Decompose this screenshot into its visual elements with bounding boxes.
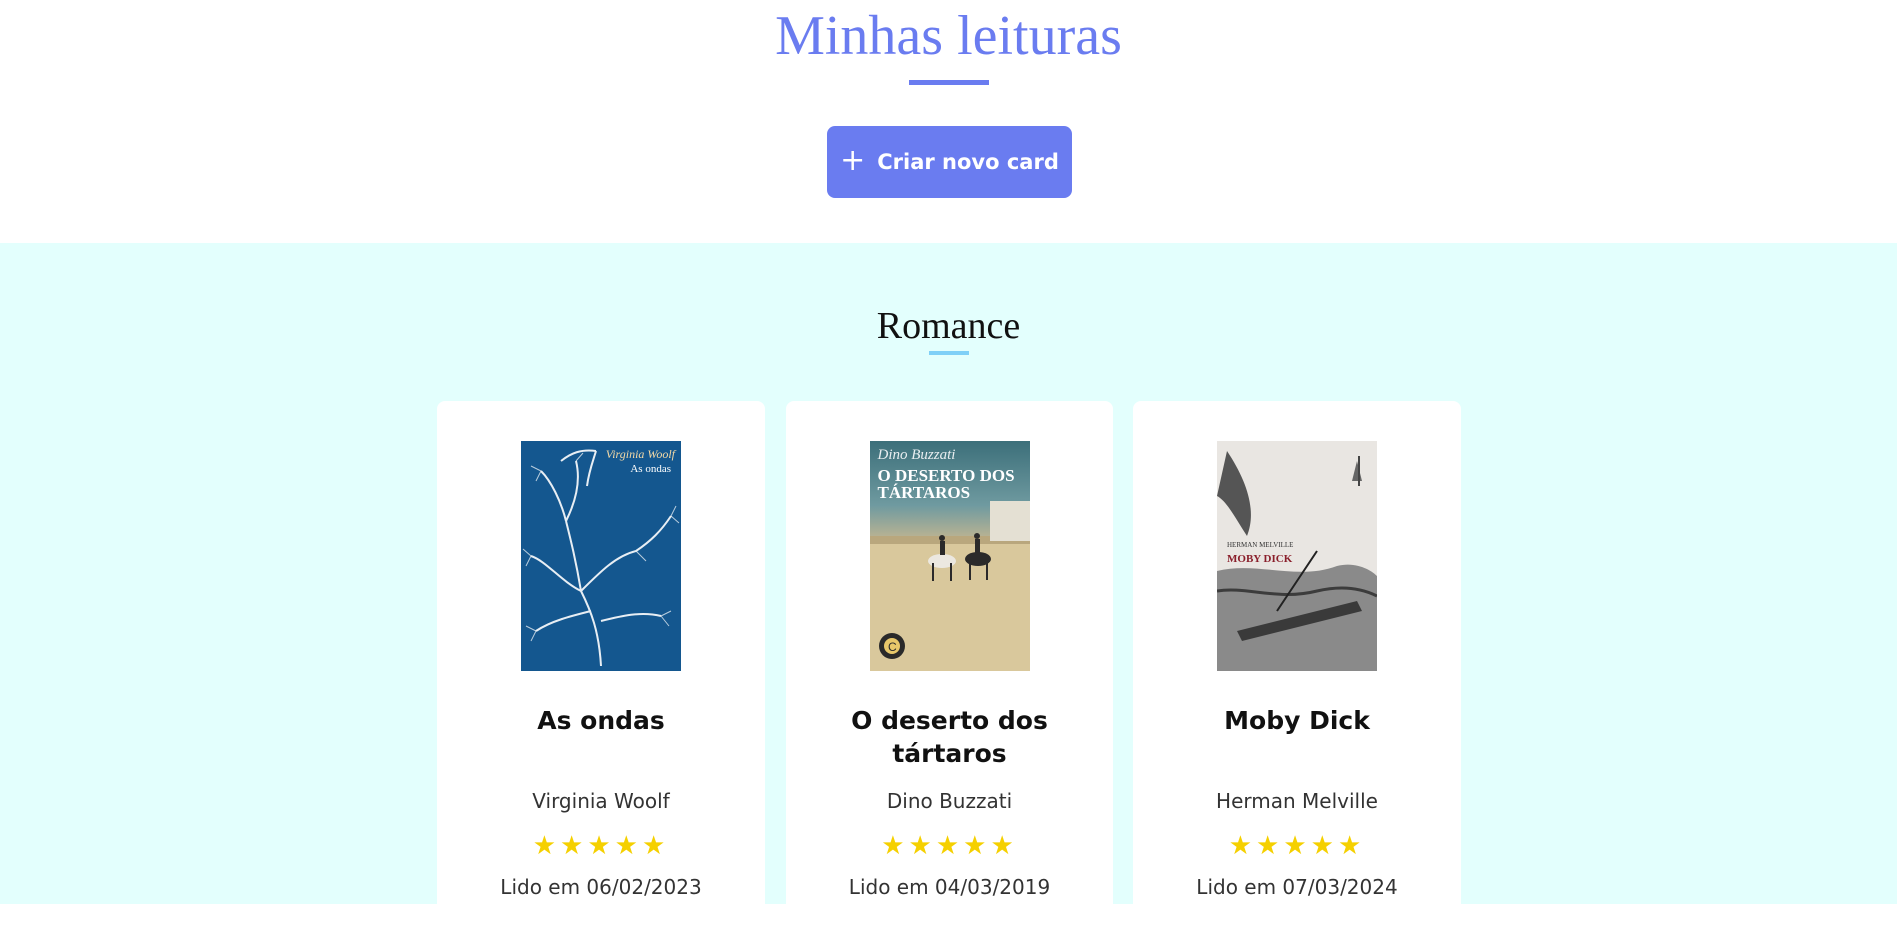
cover-author: Dino Buzzati	[877, 447, 956, 463]
book-card[interactable]: HERMAN MELVILLE MOBY DICK Moby Dick Herm…	[1133, 401, 1461, 941]
cover-title: As ondas	[630, 463, 671, 475]
book-author: Dino Buzzati	[886, 789, 1013, 813]
section-title: Romance	[876, 305, 1021, 347]
cover-title: O DESERTO DOS TÁRTAROS	[877, 466, 1015, 502]
book-title: O deserto dos tártaros	[851, 706, 1048, 768]
book-card[interactable]: C Dino Buzzati O DESERTO DOS TÁRTAROS O …	[786, 401, 1113, 941]
read-date: Lido em 07/03/2024	[1196, 875, 1398, 899]
svg-text:C: C	[888, 640, 897, 654]
create-card-button-label: Criar novo card	[877, 150, 1059, 174]
book-cover: HERMAN MELVILLE MOBY DICK	[1217, 441, 1377, 671]
book-cover: C Dino Buzzati O DESERTO DOS TÁRTAROS	[869, 441, 1030, 671]
page-title: Minhas leituras	[775, 5, 1122, 67]
star-rating: ★★★★★	[1228, 831, 1366, 861]
read-date: Lido em 04/03/2019	[848, 875, 1051, 899]
book-cover: Virginia Woolf As ondas	[521, 441, 681, 671]
romance-section: Romance Virginia Woolf As ondas As ondas…	[0, 243, 1897, 941]
cover-title: MOBY DICK	[1227, 553, 1293, 565]
book-title: As ondas	[537, 706, 665, 735]
cover-author: HERMAN MELVILLE	[1227, 541, 1294, 549]
book-card[interactable]: Virginia Woolf As ondas As ondas Virgini…	[437, 401, 765, 941]
read-date: Lido em 06/02/2023	[500, 875, 702, 899]
book-author: Virginia Woolf	[532, 789, 670, 813]
book-author: Herman Melville	[1216, 789, 1378, 813]
plus-icon: +	[840, 142, 866, 178]
page-header: Minhas leituras + Criar novo card	[0, 0, 1897, 243]
create-card-button[interactable]: + Criar novo card	[827, 126, 1072, 198]
seaweed-illustration	[522, 449, 680, 667]
cover-author: Virginia Woolf	[605, 447, 675, 461]
star-rating: ★★★★★	[532, 831, 670, 861]
book-title: Moby Dick	[1224, 706, 1370, 735]
title-underline	[909, 80, 989, 85]
star-rating: ★★★★★	[881, 831, 1018, 861]
section-underline	[929, 351, 969, 355]
